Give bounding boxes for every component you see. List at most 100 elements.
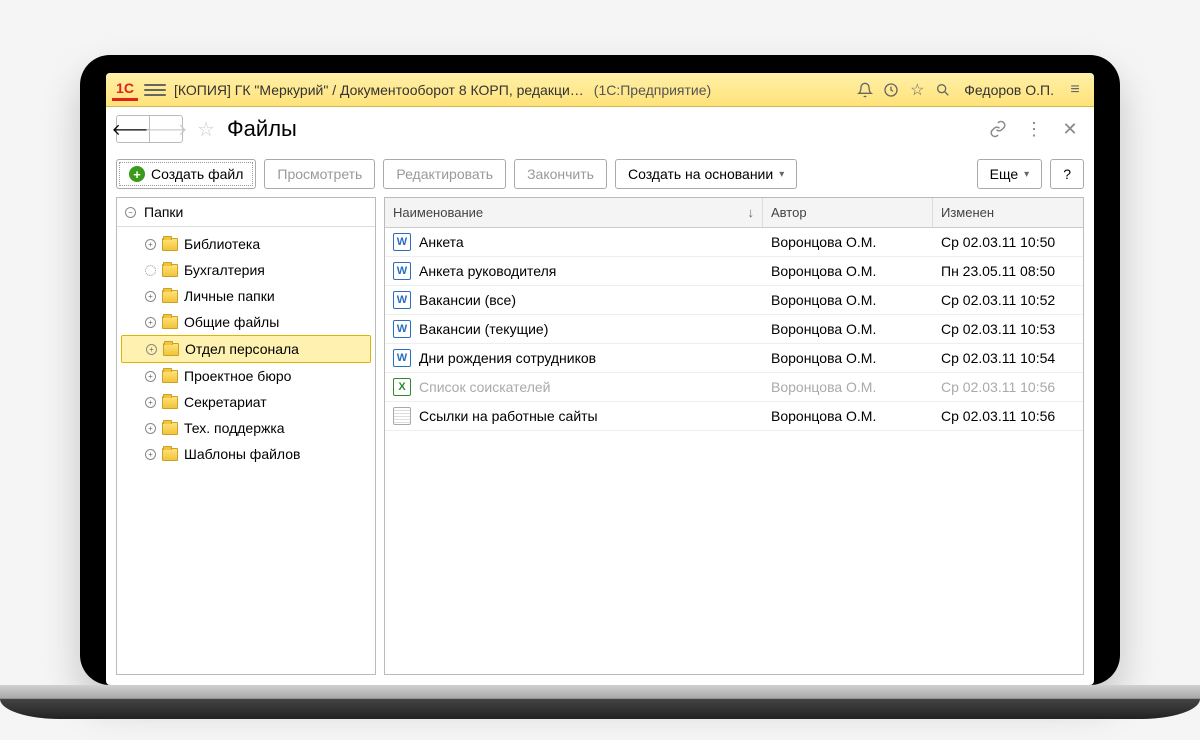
- more-button[interactable]: Еще ▾: [977, 159, 1043, 189]
- file-author: Воронцова О.М.: [763, 345, 933, 371]
- expand-icon[interactable]: +: [146, 344, 157, 355]
- folder-item[interactable]: + Отдел персонала: [121, 335, 371, 363]
- table-row[interactable]: W Анкета Воронцова О.М.Ср 02.03.11 10:50: [385, 228, 1083, 257]
- toolbar: + Создать файл Просмотреть Редактировать…: [106, 151, 1094, 197]
- create-from-label: Создать на основании: [628, 166, 773, 182]
- column-author[interactable]: Автор: [763, 198, 933, 227]
- create-from-button[interactable]: Создать на основании ▾: [615, 159, 797, 189]
- expand-icon[interactable]: +: [145, 397, 156, 408]
- folder-item[interactable]: +Тех. поддержка: [117, 415, 375, 441]
- table-row[interactable]: WВакансии (текущие)Воронцова О.М.Ср 02.0…: [385, 315, 1083, 344]
- title-bar: 1C [КОПИЯ] ГК "Меркурий" / Документообор…: [106, 73, 1094, 107]
- table-row[interactable]: WАнкета руководителяВоронцова О.М.Пн 23.…: [385, 257, 1083, 286]
- screen: 1C [КОПИЯ] ГК "Меркурий" / Документообор…: [106, 73, 1094, 685]
- file-author: Воронцова О.М.: [763, 258, 933, 284]
- chevron-down-icon: ▾: [779, 169, 784, 180]
- folder-tree: + Библиотека Бухгалтерия + Личные папки + Общи…: [117, 227, 375, 471]
- history-icon[interactable]: [878, 77, 904, 103]
- word-file-icon: W: [393, 320, 411, 338]
- file-author: Воронцова О.М.: [763, 374, 933, 400]
- menu-hamburger-icon[interactable]: [144, 84, 166, 96]
- file-changed: Ср 02.03.11 10:54: [933, 345, 1083, 371]
- forward-button[interactable]: 🡒: [149, 115, 183, 143]
- search-icon[interactable]: [930, 77, 956, 103]
- options-icon[interactable]: ≡: [1062, 77, 1088, 103]
- folder-icon: [162, 290, 178, 303]
- file-changed: Ср 02.03.11 10:53: [933, 316, 1083, 342]
- file-name: Ссылки на работные сайты: [419, 408, 598, 424]
- file-changed: Ср 02.03.11 10:56: [933, 403, 1083, 429]
- expand-icon[interactable]: +: [145, 371, 156, 382]
- folder-item[interactable]: + Проектное бюро: [117, 363, 375, 389]
- window-title: [КОПИЯ] ГК "Меркурий" / Документооборот …: [174, 82, 584, 98]
- file-author: Воронцова О.М.: [763, 229, 933, 255]
- laptop-frame: 1C [КОПИЯ] ГК "Меркурий" / Документообор…: [80, 55, 1120, 685]
- word-file-icon: W: [393, 262, 411, 280]
- folder-icon: [162, 448, 178, 461]
- table-row[interactable]: WВакансии (все)Воронцова О.М.Ср 02.03.11…: [385, 286, 1083, 315]
- bell-icon[interactable]: [852, 77, 878, 103]
- file-name: Анкета руководителя: [419, 263, 556, 279]
- collapse-icon: −: [125, 207, 136, 218]
- folder-label: Общие файлы: [184, 314, 279, 330]
- folder-icon: [162, 422, 178, 435]
- folder-label: Личные папки: [184, 288, 275, 304]
- table-row[interactable]: X Список соискателей Воронцова О.М.Ср 02.0…: [385, 373, 1083, 402]
- close-icon[interactable]: ✕: [1056, 115, 1084, 143]
- folder-icon: [163, 343, 179, 356]
- loading-icon[interactable]: [145, 265, 156, 276]
- folder-item[interactable]: + Личные папки: [117, 283, 375, 309]
- folder-item[interactable]: + Секретариат: [117, 389, 375, 415]
- table-row[interactable]: Ссылки на работные сайты Воронцова О.М.Ср…: [385, 402, 1083, 431]
- edit-button[interactable]: Редактировать: [383, 159, 506, 189]
- folder-item[interactable]: Бухгалтерия: [117, 257, 375, 283]
- tree-header[interactable]: − Папки: [117, 198, 375, 227]
- create-file-button[interactable]: + Создать файл: [116, 159, 256, 189]
- word-file-icon: W: [393, 233, 411, 251]
- column-changed[interactable]: Изменен: [933, 198, 1083, 227]
- expand-icon[interactable]: +: [145, 239, 156, 250]
- create-file-label: Создать файл: [151, 166, 243, 182]
- folder-label: Проектное бюро: [184, 368, 291, 384]
- view-button[interactable]: Просмотреть: [264, 159, 375, 189]
- folder-label: Бухгалтерия: [184, 262, 265, 278]
- file-name: Анкета: [419, 234, 464, 250]
- folder-label: Библиотека: [184, 236, 260, 252]
- folder-item[interactable]: + Общие файлы: [117, 309, 375, 335]
- file-changed: Ср 02.03.11 10:56: [933, 374, 1083, 400]
- column-name[interactable]: Наименование ↓: [385, 198, 763, 227]
- word-file-icon: W: [393, 349, 411, 367]
- page-title: Файлы: [227, 116, 297, 142]
- expand-icon[interactable]: +: [145, 317, 156, 328]
- page-header: 🡐 🡒 ☆ Файлы ⋮ ✕: [106, 107, 1094, 151]
- expand-icon[interactable]: +: [145, 423, 156, 434]
- file-changed: Ср 02.03.11 10:50: [933, 229, 1083, 255]
- file-name: Список соискателей: [419, 379, 551, 395]
- file-author: Воронцова О.М.: [763, 403, 933, 429]
- folder-label: Секретариат: [184, 394, 267, 410]
- folder-tree-panel: − Папки + Библиотека Бухгалтерия + Личные па…: [116, 197, 376, 675]
- more-vert-icon[interactable]: ⋮: [1020, 115, 1048, 143]
- folder-label: Отдел персонала: [185, 341, 299, 357]
- folder-item[interactable]: +Шаблоны файлов: [117, 441, 375, 467]
- file-changed: Ср 02.03.11 10:52: [933, 287, 1083, 313]
- excel-file-icon: X: [393, 378, 411, 396]
- current-user[interactable]: Федоров О.П.: [964, 82, 1054, 98]
- word-file-icon: W: [393, 291, 411, 309]
- favorite-star-icon[interactable]: ☆: [197, 117, 215, 142]
- file-author: Воронцова О.М.: [763, 316, 933, 342]
- file-name: Вакансии (все): [419, 292, 516, 308]
- folder-icon: [162, 264, 178, 277]
- table-row[interactable]: WДни рождения сотрудниковВоронцова О.М.С…: [385, 344, 1083, 373]
- folder-item[interactable]: + Библиотека: [117, 231, 375, 257]
- help-button[interactable]: ?: [1050, 159, 1084, 189]
- sort-down-icon: ↓: [748, 205, 755, 220]
- folder-icon: [162, 370, 178, 383]
- folder-icon: [162, 396, 178, 409]
- finish-button[interactable]: Закончить: [514, 159, 607, 189]
- star-icon[interactable]: ☆: [904, 77, 930, 103]
- expand-icon[interactable]: +: [145, 291, 156, 302]
- folder-icon: [162, 316, 178, 329]
- expand-icon[interactable]: +: [145, 449, 156, 460]
- link-icon[interactable]: [984, 115, 1012, 143]
